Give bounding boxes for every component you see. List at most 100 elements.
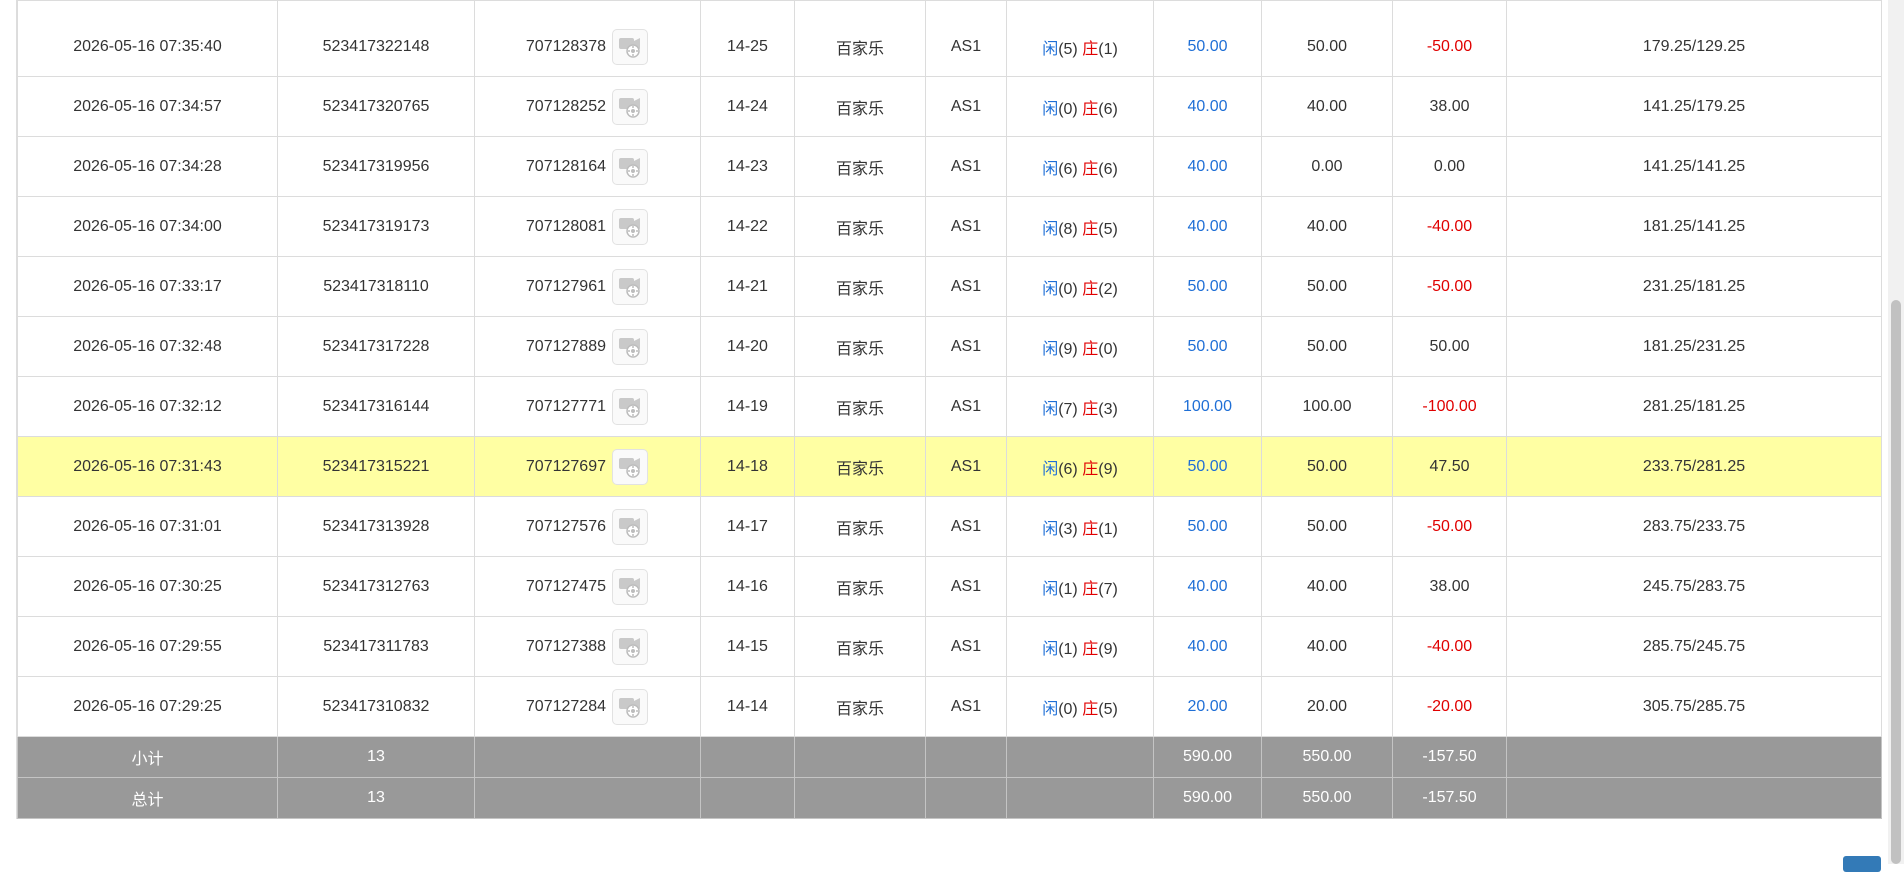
win-loss-cell: -50.00 (1392, 256, 1507, 317)
round-cell: 707128164 (474, 136, 701, 197)
table-row: 2026-05-16 07:29:55 523417311783 7071273… (17, 616, 1882, 677)
round-number: 707127475 (525, 577, 606, 595)
banker-value: (6) (1098, 100, 1118, 118)
banker-label: 庄 (1082, 280, 1099, 298)
player-label: 闲 (1042, 40, 1059, 58)
round-number: 707128252 (525, 97, 606, 115)
bet-amount-cell: 50.00 (1153, 0, 1262, 77)
video-replay-icon[interactable] (612, 688, 648, 725)
table-number-cell: 14-19 (700, 376, 795, 437)
video-replay-icon[interactable] (612, 448, 648, 485)
table-number-cell: 14-16 (700, 556, 795, 617)
video-replay-icon[interactable] (612, 268, 648, 305)
round-number: 707128378 (525, 37, 606, 55)
video-replay-icon[interactable] (612, 28, 648, 65)
room-cell: AS1 (925, 76, 1007, 137)
video-replay-icon[interactable] (612, 208, 648, 245)
bet-time-cell: 2026-05-16 07:32:48 (17, 316, 278, 377)
total-valid: 550.00 (1261, 777, 1393, 819)
banker-value: (5) (1098, 220, 1118, 238)
win-loss-cell: -50.00 (1392, 496, 1507, 557)
round-cell: 707128081 (474, 196, 701, 257)
pagination-button[interactable] (1843, 856, 1881, 872)
room-cell: AS1 (925, 0, 1007, 77)
valid-bet-cell: 50.00 (1261, 256, 1393, 317)
bet-id-cell: 523417322148 (277, 0, 475, 77)
video-replay-icon[interactable] (612, 328, 648, 365)
player-value: (6) (1058, 160, 1078, 178)
round-number: 707127576 (525, 517, 606, 535)
balance-cell: 141.25/141.25 (1506, 136, 1882, 197)
vertical-scrollbar[interactable] (1888, 0, 1904, 864)
result-cell: 闲(5) 庄(1) (1006, 0, 1154, 77)
bet-amount-cell: 40.00 (1153, 76, 1262, 137)
bet-id-cell: 523417313928 (277, 496, 475, 557)
win-loss-cell: 50.00 (1392, 316, 1507, 377)
bet-amount-cell: 50.00 (1153, 436, 1262, 497)
video-replay-icon[interactable] (612, 508, 648, 545)
round-number: 707127284 (525, 697, 606, 715)
result-cell: 闲(6) 庄(9) (1006, 436, 1154, 497)
room-cell: AS1 (925, 676, 1007, 737)
win-loss-cell: 38.00 (1392, 76, 1507, 137)
player-value: (9) (1058, 340, 1078, 358)
video-replay-icon[interactable] (612, 388, 648, 425)
round-number: 707127388 (525, 637, 606, 655)
bet-records-table-container: 2026-05-16 07:35:40 523417322148 7071283… (16, 0, 1882, 819)
round-number: 707127697 (525, 457, 606, 475)
scrollbar-thumb[interactable] (1891, 300, 1901, 864)
subtotal-win: -157.50 (1392, 736, 1507, 778)
room-cell: AS1 (925, 556, 1007, 617)
win-loss-cell: 0.00 (1392, 136, 1507, 197)
round-number: 707127889 (525, 337, 606, 355)
banker-label: 庄 (1082, 160, 1099, 178)
win-loss-cell: -20.00 (1392, 676, 1507, 737)
player-value: (1) (1058, 580, 1078, 598)
valid-bet-cell: 40.00 (1261, 76, 1393, 137)
bet-time-cell: 2026-05-16 07:31:01 (17, 496, 278, 557)
player-label: 闲 (1042, 220, 1059, 238)
banker-value: (3) (1098, 400, 1118, 418)
banker-value: (6) (1098, 160, 1118, 178)
player-label: 闲 (1042, 160, 1059, 178)
bet-id-cell: 523417310832 (277, 676, 475, 737)
balance-cell: 283.75/233.75 (1506, 496, 1882, 557)
subtotal-valid: 550.00 (1261, 736, 1393, 778)
video-replay-icon[interactable] (612, 148, 648, 185)
result-cell: 闲(0) 庄(5) (1006, 676, 1154, 737)
banker-label: 庄 (1082, 460, 1099, 478)
bet-amount-cell: 40.00 (1153, 556, 1262, 617)
banker-label: 庄 (1082, 700, 1099, 718)
banker-value: (9) (1098, 640, 1118, 658)
game-type-cell: 百家乐 (794, 196, 926, 257)
balance-cell: 141.25/179.25 (1506, 76, 1882, 137)
game-type-cell: 百家乐 (794, 676, 926, 737)
game-type-cell: 百家乐 (794, 616, 926, 677)
table-row: 2026-05-16 07:34:28 523417319956 7071281… (17, 136, 1882, 197)
video-replay-icon[interactable] (612, 628, 648, 665)
video-replay-icon[interactable] (612, 88, 648, 125)
win-loss-cell: -40.00 (1392, 196, 1507, 257)
bet-amount-cell: 40.00 (1153, 616, 1262, 677)
bet-time-cell: 2026-05-16 07:29:55 (17, 616, 278, 677)
round-cell: 707127475 (474, 556, 701, 617)
table-row: 2026-05-16 07:32:48 523417317228 7071278… (17, 316, 1882, 377)
round-cell: 707127961 (474, 256, 701, 317)
video-replay-icon[interactable] (612, 568, 648, 605)
player-value: (8) (1058, 220, 1078, 238)
bet-id-cell: 523417316144 (277, 376, 475, 437)
game-type-cell: 百家乐 (794, 436, 926, 497)
room-cell: AS1 (925, 316, 1007, 377)
valid-bet-cell: 50.00 (1261, 436, 1393, 497)
subtotal-label: 小计 (17, 736, 278, 778)
win-loss-cell: 47.50 (1392, 436, 1507, 497)
bet-time-cell: 2026-05-16 07:34:28 (17, 136, 278, 197)
banker-value: (1) (1098, 520, 1118, 538)
balance-cell: 245.75/283.75 (1506, 556, 1882, 617)
balance-cell: 231.25/181.25 (1506, 256, 1882, 317)
bet-records-table: 2026-05-16 07:35:40 523417322148 7071283… (17, 0, 1882, 819)
bet-time-cell: 2026-05-16 07:30:25 (17, 556, 278, 617)
result-cell: 闲(7) 庄(3) (1006, 376, 1154, 437)
banker-value: (9) (1098, 460, 1118, 478)
table-number-cell: 14-23 (700, 136, 795, 197)
